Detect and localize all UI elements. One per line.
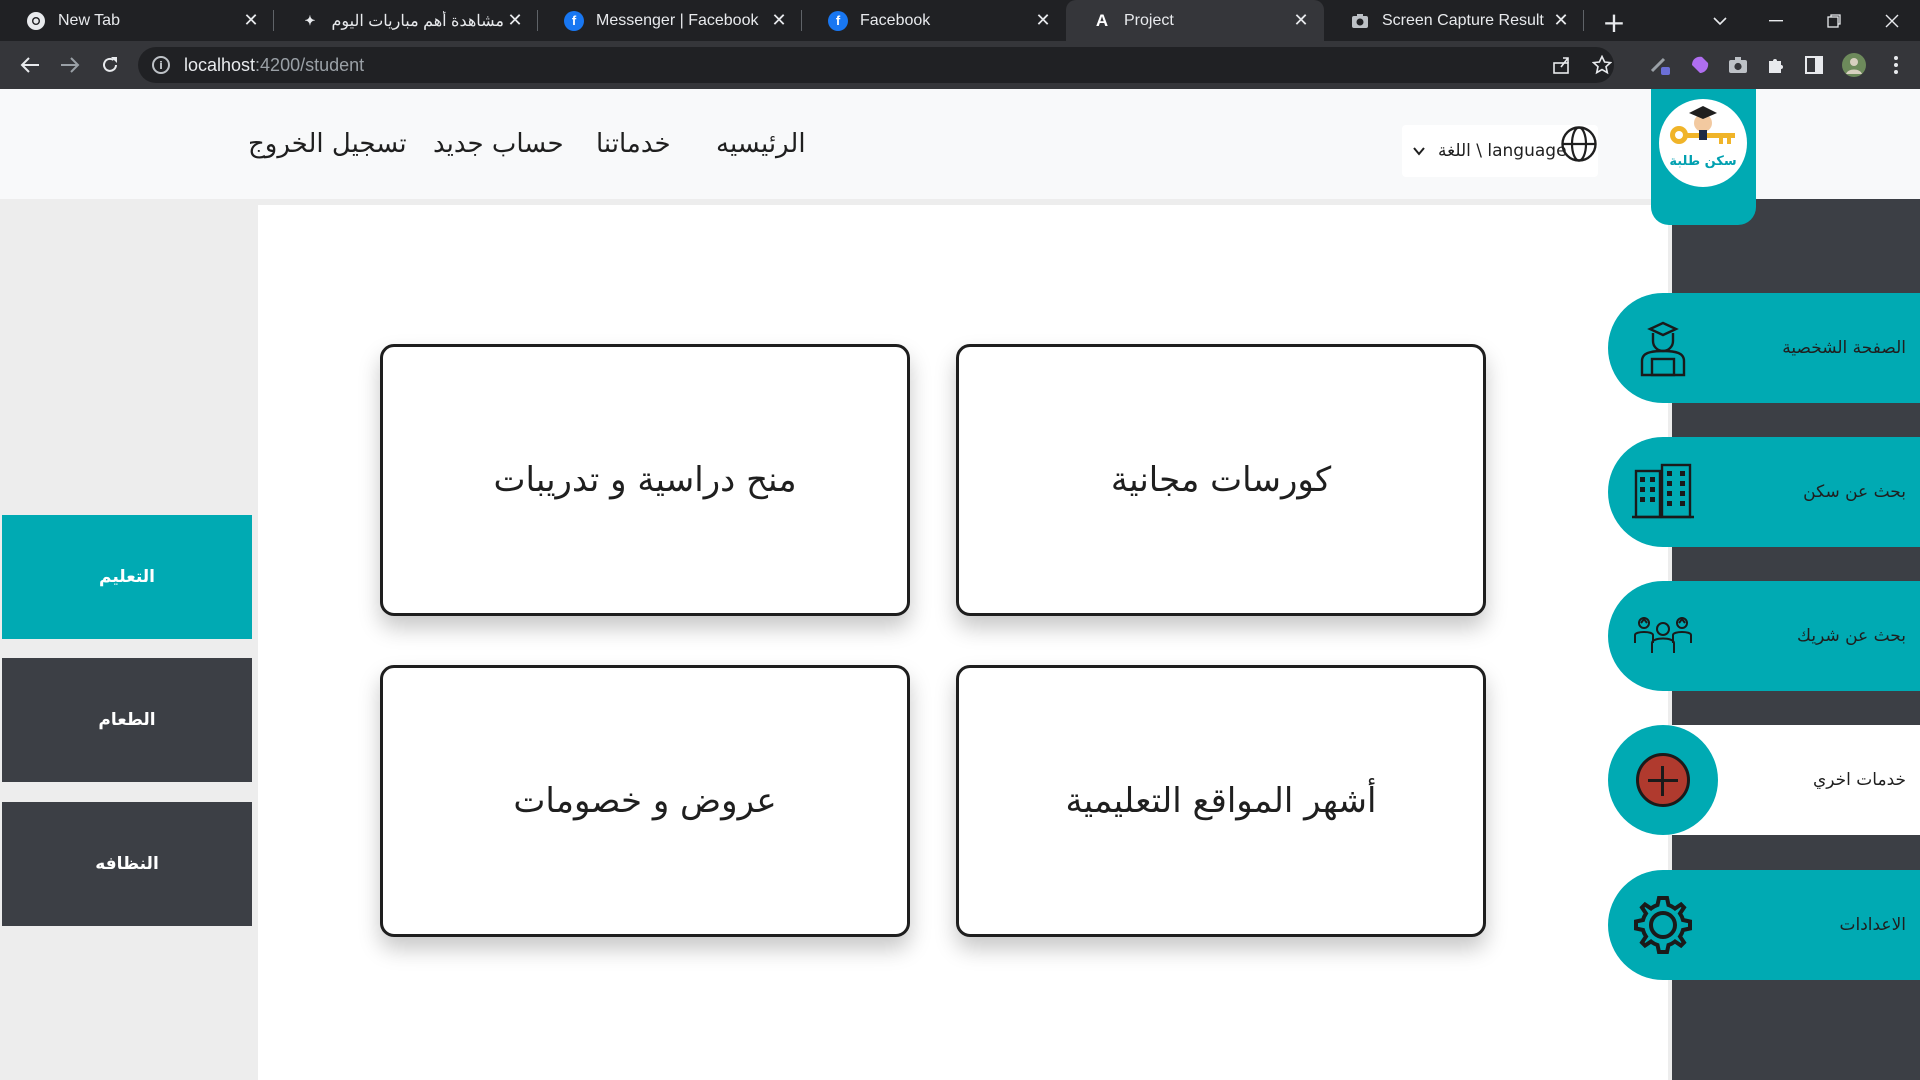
extension-pen-icon[interactable] [1644, 49, 1676, 81]
profile-avatar-icon[interactable] [1838, 49, 1870, 81]
tab-title: Screen Capture Result [1382, 11, 1544, 29]
close-icon[interactable]: ✕ [504, 10, 526, 31]
extension-color-icon[interactable] [1684, 49, 1716, 81]
card-title: كورسات مجانية [1110, 460, 1332, 500]
browser-tab[interactable]: Screen Capture Result ✕ [1324, 0, 1584, 41]
close-icon[interactable]: ✕ [768, 10, 790, 31]
site-icon: ✦ [304, 12, 316, 28]
left-menu-item-food[interactable]: الطعام [2, 658, 252, 782]
browser-tab-bar: New Tab ✕ ✦ مشاهدة أهم مباريات اليوم | أ… [0, 0, 1920, 41]
card-educational-sites[interactable]: أشهر المواقع التعليمية [956, 665, 1486, 937]
screenshot-camera-icon[interactable] [1722, 49, 1754, 81]
browser-toolbar: i localhost:4200/student [0, 41, 1920, 89]
forward-arrow-icon[interactable] [54, 49, 86, 81]
new-tab-plus-icon[interactable]: + [1600, 6, 1628, 39]
angular-icon: A [1095, 10, 1109, 30]
window-close-icon[interactable] [1864, 0, 1920, 41]
restore-icon[interactable] [1806, 0, 1862, 41]
browser-tab[interactable]: f Messenger | Facebook ✕ [538, 0, 802, 41]
tab-title: Project [1124, 11, 1174, 29]
extensions-puzzle-icon[interactable] [1760, 49, 1792, 81]
gear-icon [1634, 896, 1692, 954]
facebook-icon: f [828, 10, 848, 31]
tab-title: New Tab [58, 11, 120, 29]
reload-icon[interactable] [94, 49, 126, 81]
card-free-courses[interactable]: كورسات مجانية [956, 344, 1486, 616]
close-icon[interactable]: ✕ [240, 10, 262, 31]
left-sidebar: التعليم الطعام النظافه [0, 199, 252, 1080]
card-offers-discounts[interactable]: عروض و خصومات [380, 665, 910, 937]
side-panel-icon[interactable] [1798, 49, 1830, 81]
top-navbar: الرئيسيه خدماتنا حساب جديد تسجيل الخروج … [0, 89, 1920, 199]
nav-link-register[interactable]: حساب جديد [433, 129, 564, 159]
plus-icon [1636, 753, 1690, 807]
browser-tab[interactable]: f Facebook ✕ [802, 0, 1066, 41]
group-icon [1634, 617, 1692, 653]
main-content: كورسات مجانية منح دراسية و تدريبات أشهر … [258, 205, 1668, 1080]
left-menu-item-education[interactable]: التعليم [2, 515, 252, 639]
card-title: أشهر المواقع التعليمية [1065, 781, 1377, 821]
left-menu-label: الطعام [98, 710, 156, 730]
share-icon[interactable] [1546, 49, 1578, 81]
student-icon [1640, 321, 1686, 377]
back-arrow-icon[interactable] [14, 49, 46, 81]
close-icon[interactable]: ✕ [1550, 10, 1572, 31]
left-menu-item-cleaning[interactable]: النظافه [2, 802, 252, 926]
close-icon[interactable]: ✕ [1032, 10, 1054, 31]
address-bar[interactable]: i localhost:4200/student [138, 47, 1614, 83]
tab-search-chevron-icon[interactable] [1692, 0, 1748, 41]
right-menu-item-settings[interactable]: الاعدادات [1608, 870, 1920, 980]
chevron-down-icon [1413, 147, 1425, 156]
facebook-icon: f [564, 10, 584, 31]
page: الرئيسيه خدماتنا حساب جديد تسجيل الخروج … [0, 89, 1920, 1080]
site-info-icon[interactable]: i [152, 56, 170, 74]
browser-tab-active[interactable]: A Project ✕ [1066, 0, 1324, 41]
url-text: localhost:4200/student [184, 54, 365, 75]
chrome-icon [26, 11, 46, 31]
close-icon[interactable]: ✕ [1290, 10, 1312, 31]
right-menu-item-profile[interactable]: الصفحة الشخصية [1608, 293, 1920, 403]
logo: سكن طلبة [1659, 99, 1747, 187]
bookmark-star-icon[interactable] [1586, 49, 1618, 81]
browser-tab[interactable]: ✦ مشاهدة أهم مباريات اليوم | أ ✕ [274, 0, 538, 41]
card-scholarships[interactable]: منح دراسية و تدريبات [380, 344, 910, 616]
left-menu-label: النظافه [95, 854, 159, 874]
other-services-button[interactable] [1608, 725, 1718, 835]
right-menu-label: بحث عن سكن [1803, 482, 1906, 502]
right-menu-label: خدمات اخري [1812, 770, 1906, 790]
graduate-key-logo-icon [1670, 106, 1735, 144]
left-menu-label: التعليم [99, 567, 155, 587]
tab-title: مشاهدة أهم مباريات اليوم | أ [332, 12, 504, 30]
card-title: عروض و خصومات [513, 781, 777, 821]
right-menu-item-partner[interactable]: بحث عن شريك [1608, 581, 1920, 691]
card-title: منح دراسية و تدريبات [493, 460, 797, 500]
browser-menu-icon[interactable] [1880, 49, 1912, 81]
nav-link-home[interactable]: الرئيسيه [716, 129, 806, 159]
globe-icon [1561, 126, 1597, 162]
browser-tab[interactable]: New Tab ✕ [0, 0, 274, 41]
nav-link-services[interactable]: خدماتنا [596, 129, 671, 159]
right-menu-label: الاعدادات [1839, 915, 1906, 935]
tab-title: Facebook [860, 11, 931, 29]
right-menu-label: بحث عن شريك [1797, 626, 1906, 646]
right-menu-item-housing[interactable]: بحث عن سكن [1608, 437, 1920, 547]
tab-divider [1583, 10, 1584, 31]
camera-icon [1350, 11, 1370, 31]
building-icon [1632, 463, 1694, 519]
language-label: اللغة \ language [1438, 141, 1567, 161]
logo-caption: سكن طلبة [1669, 154, 1737, 169]
logo-tab[interactable]: سكن طلبة [1651, 89, 1756, 225]
minimize-icon[interactable] [1748, 0, 1804, 41]
nav-link-logout[interactable]: تسجيل الخروج [248, 129, 407, 159]
right-menu-label: الصفحة الشخصية [1782, 338, 1906, 358]
tab-title: Messenger | Facebook [596, 11, 759, 29]
